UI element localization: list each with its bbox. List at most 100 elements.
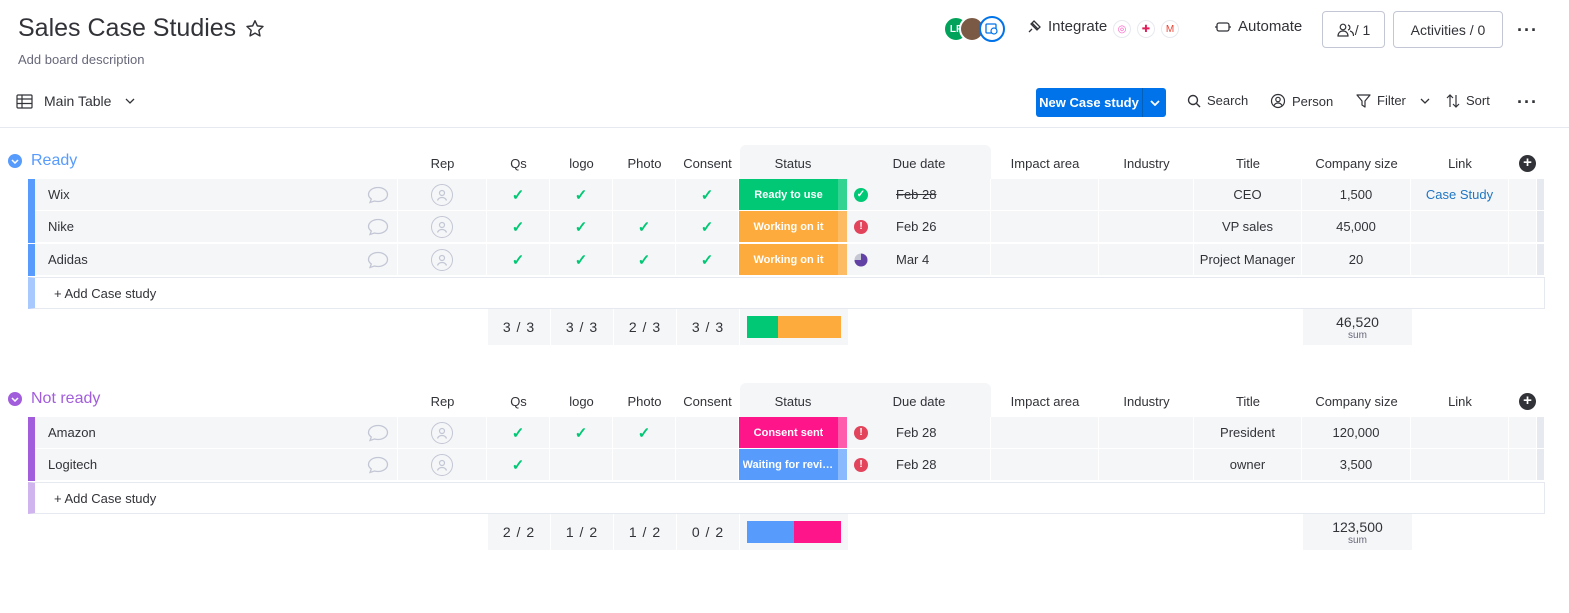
logo-cell[interactable]: ✓ [550,417,613,449]
consent-cell[interactable] [676,449,739,481]
status-label[interactable]: Waiting for review [739,449,838,481]
new-item-label[interactable]: New Case study [1036,88,1142,117]
link-cell[interactable] [1411,244,1509,276]
industry-cell[interactable] [1099,179,1194,211]
industry-cell[interactable] [1099,211,1194,243]
column-header-status[interactable]: Status [739,394,847,409]
new-item-button[interactable]: New Case study [1036,88,1166,117]
column-header-impact-area[interactable]: Impact area [991,394,1099,409]
column-header-rep[interactable]: Rep [398,394,487,409]
logo-cell[interactable]: ✓ [550,244,613,276]
photo-cell[interactable] [613,449,676,481]
title-cell[interactable]: President [1194,417,1302,449]
column-header-logo[interactable]: logo [550,156,613,171]
industry-cell[interactable] [1099,449,1194,481]
consent-cell[interactable]: ✓ [676,211,739,243]
search-button[interactable]: Search [1187,93,1248,108]
column-header-industry[interactable]: Industry [1099,156,1194,171]
conversation-icon[interactable] [358,449,398,481]
more-options-icon[interactable]: ··· [1517,20,1538,41]
integrate-button[interactable]: Integrate [1026,18,1107,35]
table-row[interactable]: Nike ✓ ✓ ✓ ✓ Working on it ! Feb 26 VP s… [28,211,1545,243]
add-column-icon[interactable]: + [1519,155,1536,172]
collapse-chevron-icon[interactable] [8,154,22,168]
due-date-cell[interactable]: Mar 4 [847,244,991,276]
due-date-cell[interactable]: ! Feb 26 [847,211,991,243]
due-date-cell[interactable]: ! Feb 28 [847,449,991,481]
board-title[interactable]: Sales Case Studies [18,14,236,43]
integration-apps[interactable]: ◎ ✚ M [1113,20,1179,38]
status-label[interactable]: Working on it [739,244,838,276]
column-header-company-size[interactable]: Company size [1302,394,1411,409]
photo-cell[interactable] [613,179,676,211]
sort-button[interactable]: Sort [1446,93,1490,108]
logo-cell[interactable]: ✓ [550,211,613,243]
status-label[interactable]: Ready to use [739,179,838,211]
qs-cell[interactable]: ✓ [487,179,550,211]
conversation-icon[interactable] [358,244,398,276]
favorite-star-icon[interactable] [244,18,266,40]
company-size-cell[interactable]: 120,000 [1302,417,1411,449]
qs-cell[interactable]: ✓ [487,449,550,481]
automate-button[interactable]: Automate [1214,18,1302,35]
filter-button[interactable]: Filter [1356,93,1430,108]
consent-cell[interactable]: ✓ [676,179,739,211]
company-size-cell[interactable]: 3,500 [1302,449,1411,481]
column-header-consent[interactable]: Consent [676,394,739,409]
rep-cell[interactable] [398,211,487,243]
table-row[interactable]: Adidas ✓ ✓ ✓ ✓ Working on it Mar 4 Proje… [28,244,1545,276]
column-header-photo[interactable]: Photo [613,156,676,171]
more-options-icon[interactable]: ··· [1517,92,1538,113]
photo-cell[interactable]: ✓ [613,211,676,243]
impact-area-cell[interactable] [991,244,1099,276]
industry-cell[interactable] [1099,244,1194,276]
logo-cell[interactable] [550,449,613,481]
company-size-cell[interactable]: 1,500 [1302,179,1411,211]
industry-cell[interactable] [1099,417,1194,449]
due-date-cell[interactable]: ! Feb 28 [847,417,991,449]
table-row[interactable]: Amazon ✓ ✓ ✓ Consent sent ! Feb 28 Presi… [28,417,1545,449]
consent-cell[interactable]: ✓ [676,244,739,276]
column-header-link[interactable]: Link [1411,394,1509,409]
rep-cell[interactable] [398,449,487,481]
column-header-title[interactable]: Title [1194,394,1302,409]
impact-area-cell[interactable] [991,449,1099,481]
status-summary-bar[interactable] [747,316,841,338]
item-name[interactable]: Amazon [35,417,398,449]
person-filter-button[interactable]: Person [1270,93,1333,109]
item-name[interactable]: Nike [35,211,398,243]
qs-cell[interactable]: ✓ [487,244,550,276]
qs-cell[interactable]: ✓ [487,417,550,449]
item-name[interactable]: Adidas [35,244,398,276]
qs-cell[interactable]: ✓ [487,211,550,243]
item-name[interactable]: Wix [35,179,398,211]
column-header-rep[interactable]: Rep [398,156,487,171]
company-size-cell[interactable]: 45,000 [1302,211,1411,243]
new-item-dropdown[interactable] [1142,88,1166,117]
rep-cell[interactable] [398,179,487,211]
column-header-consent[interactable]: Consent [676,156,739,171]
due-date-cell[interactable]: ✓ Feb 28 [847,179,991,211]
column-header-impact-area[interactable]: Impact area [991,156,1099,171]
title-cell[interactable]: VP sales [1194,211,1302,243]
add-item-row[interactable]: + Add Case study [28,277,1545,309]
link-cell[interactable]: Case Study [1411,179,1509,211]
title-cell[interactable]: CEO [1194,179,1302,211]
conversation-icon[interactable] [358,417,398,449]
company-size-cell[interactable]: 20 [1302,244,1411,276]
view-selector[interactable]: Main Table [16,93,135,109]
rep-cell[interactable] [398,244,487,276]
link-cell[interactable] [1411,211,1509,243]
column-header-qs[interactable]: Qs [487,156,550,171]
photo-cell[interactable]: ✓ [613,417,676,449]
chevron-down-icon[interactable] [1420,98,1430,104]
column-header-qs[interactable]: Qs [487,394,550,409]
impact-area-cell[interactable] [991,211,1099,243]
title-cell[interactable]: owner [1194,449,1302,481]
status-label[interactable]: Consent sent [739,417,838,449]
column-header-photo[interactable]: Photo [613,394,676,409]
column-header-due-date[interactable]: Due date [847,156,991,171]
column-header-industry[interactable]: Industry [1099,394,1194,409]
column-header-due-date[interactable]: Due date [847,394,991,409]
item-name[interactable]: Logitech [35,449,398,481]
